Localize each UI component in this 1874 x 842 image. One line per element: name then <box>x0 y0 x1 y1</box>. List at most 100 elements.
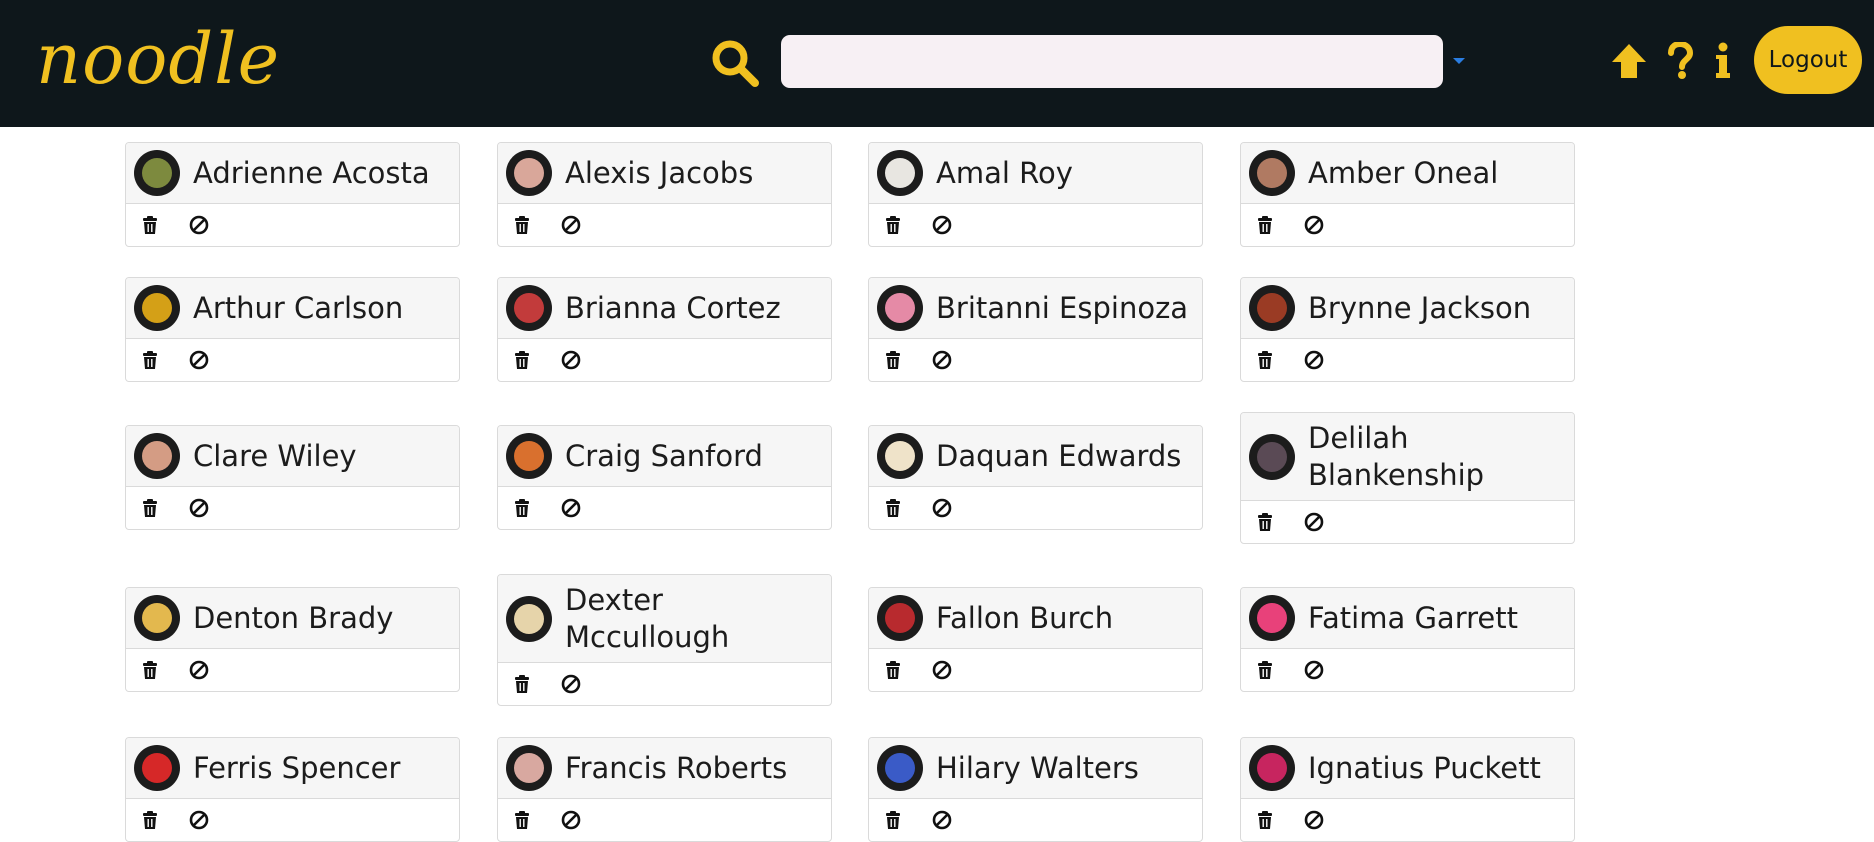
user-name[interactable]: Ferris Spencer <box>193 750 400 787</box>
avatar[interactable] <box>1249 433 1295 480</box>
ban-icon[interactable] <box>932 660 952 680</box>
trash-icon[interactable] <box>140 498 160 518</box>
avatar[interactable] <box>877 285 923 331</box>
user-name[interactable]: Arthur Carlson <box>193 290 403 327</box>
trash-icon[interactable] <box>140 810 160 830</box>
ban-icon[interactable] <box>932 350 952 370</box>
question-icon[interactable] <box>1667 42 1693 80</box>
trash-icon[interactable] <box>140 660 160 680</box>
trash-icon[interactable] <box>140 350 160 370</box>
ban-icon[interactable] <box>189 810 209 830</box>
avatar[interactable] <box>877 150 923 196</box>
trash-icon[interactable] <box>1255 215 1275 235</box>
user-name[interactable]: Amber Oneal <box>1308 155 1498 192</box>
user-name[interactable]: Ignatius Puckett <box>1308 750 1541 787</box>
search-input[interactable] <box>781 35 1443 88</box>
user-card-header: Daquan Edwards <box>869 426 1202 487</box>
ban-icon[interactable] <box>1304 660 1324 680</box>
trash-icon[interactable] <box>512 810 532 830</box>
user-card-actions <box>126 204 459 246</box>
user-card: Ignatius Puckett <box>1240 737 1575 842</box>
trash-icon[interactable] <box>1255 512 1275 532</box>
user-name[interactable]: Brynne Jackson <box>1308 290 1531 327</box>
avatar[interactable] <box>877 745 923 791</box>
trash-icon[interactable] <box>883 498 903 518</box>
arrow-up-icon[interactable] <box>1610 42 1648 80</box>
user-name[interactable]: Amal Roy <box>936 155 1073 192</box>
user-name[interactable]: Denton Brady <box>193 600 393 637</box>
user-name[interactable]: Britanni Espinoza <box>936 290 1188 327</box>
ban-icon[interactable] <box>561 674 581 694</box>
avatar[interactable] <box>1249 150 1295 196</box>
trash-icon[interactable] <box>512 215 532 235</box>
user-name[interactable]: Dexter Mccullough <box>565 582 820 656</box>
avatar[interactable] <box>134 285 180 331</box>
trash-icon[interactable] <box>1255 810 1275 830</box>
avatar[interactable] <box>134 150 180 196</box>
trash-icon[interactable] <box>140 215 160 235</box>
trash-icon[interactable] <box>512 498 532 518</box>
user-name[interactable]: Francis Roberts <box>565 750 787 787</box>
user-name[interactable]: Brianna Cortez <box>565 290 781 327</box>
ban-icon[interactable] <box>189 660 209 680</box>
ban-icon[interactable] <box>561 498 581 518</box>
avatar[interactable] <box>506 433 552 479</box>
ban-icon[interactable] <box>932 810 952 830</box>
avatar[interactable] <box>1249 285 1295 331</box>
user-card: Amal Roy <box>868 142 1203 247</box>
avatar[interactable] <box>1249 745 1295 791</box>
user-name[interactable]: Clare Wiley <box>193 438 357 475</box>
user-card: Fatima Garrett <box>1240 587 1575 692</box>
info-icon[interactable] <box>1714 42 1732 80</box>
user-name[interactable]: Delilah Blankenship <box>1308 420 1563 494</box>
ban-icon[interactable] <box>1304 350 1324 370</box>
trash-icon[interactable] <box>1255 660 1275 680</box>
avatar[interactable] <box>877 433 923 479</box>
caret-down-icon[interactable] <box>1451 56 1467 66</box>
avatar[interactable] <box>506 595 552 642</box>
trash-icon[interactable] <box>512 674 532 694</box>
trash-icon[interactable] <box>883 810 903 830</box>
logout-button[interactable]: Logout <box>1754 26 1862 94</box>
ban-icon[interactable] <box>932 215 952 235</box>
avatar[interactable] <box>134 745 180 791</box>
search-icon[interactable] <box>710 38 760 88</box>
user-name[interactable]: Hilary Walters <box>936 750 1139 787</box>
trash-icon[interactable] <box>512 350 532 370</box>
noodle-logo[interactable]: noodle <box>36 14 280 104</box>
user-card: Dexter Mccullough <box>497 574 832 706</box>
ban-icon[interactable] <box>189 498 209 518</box>
user-name[interactable]: Fatima Garrett <box>1308 600 1518 637</box>
avatar[interactable] <box>134 433 180 479</box>
ban-icon[interactable] <box>189 350 209 370</box>
trash-icon[interactable] <box>1255 350 1275 370</box>
trash-icon[interactable] <box>883 215 903 235</box>
ban-icon[interactable] <box>1304 215 1324 235</box>
ban-icon[interactable] <box>1304 810 1324 830</box>
avatar[interactable] <box>134 595 180 641</box>
avatar[interactable] <box>506 285 552 331</box>
avatar[interactable] <box>506 745 552 791</box>
user-name[interactable]: Fallon Burch <box>936 600 1113 637</box>
ban-icon[interactable] <box>932 498 952 518</box>
trash-icon[interactable] <box>883 350 903 370</box>
avatar[interactable] <box>877 595 923 641</box>
user-name[interactable]: Alexis Jacobs <box>565 155 753 192</box>
user-name[interactable]: Daquan Edwards <box>936 438 1181 475</box>
ban-icon[interactable] <box>189 215 209 235</box>
user-card-header: Alexis Jacobs <box>498 143 831 204</box>
trash-icon[interactable] <box>883 660 903 680</box>
ban-icon[interactable] <box>561 810 581 830</box>
ban-icon[interactable] <box>561 350 581 370</box>
user-card-header: Ignatius Puckett <box>1241 738 1574 799</box>
ban-icon[interactable] <box>561 215 581 235</box>
avatar[interactable] <box>1249 595 1295 641</box>
user-name[interactable]: Craig Sanford <box>565 438 763 475</box>
avatar[interactable] <box>506 150 552 196</box>
ban-icon[interactable] <box>1304 512 1324 532</box>
user-card: Daquan Edwards <box>868 425 1203 530</box>
user-card-header: Fallon Burch <box>869 588 1202 649</box>
user-name[interactable]: Adrienne Acosta <box>193 155 430 192</box>
user-card: Alexis Jacobs <box>497 142 832 247</box>
user-card-header: Dexter Mccullough <box>498 575 831 663</box>
